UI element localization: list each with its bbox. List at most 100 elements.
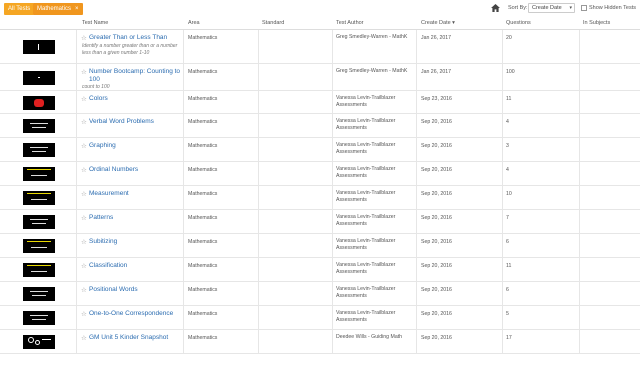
column-test-name[interactable]: Test Name	[82, 20, 108, 26]
table-row[interactable]: ☆ GM Unit 5 Kinder Snapshot Mathematics Dee…	[0, 330, 640, 354]
test-title-link[interactable]: Measurement	[89, 190, 181, 198]
favorite-star-icon[interactable]: ☆	[81, 96, 87, 103]
column-divider	[258, 30, 259, 63]
test-title-link[interactable]: GM Unit 5 Kinder Snapshot	[89, 334, 181, 342]
table-row[interactable]: ☆ Number Bootcamp: Counting to 100 count t…	[0, 64, 640, 91]
test-title-link[interactable]: Ordinal Numbers	[89, 166, 181, 174]
column-divider	[579, 162, 580, 185]
favorite-star-icon[interactable]: ☆	[81, 263, 87, 270]
test-area: Mathematics	[188, 287, 218, 293]
favorite-star-icon[interactable]: ☆	[81, 335, 87, 342]
table-row[interactable]: ☆ Measurement Mathematics Vanessa Levin-Tra…	[0, 186, 640, 210]
table-row[interactable]: ☆ Subitizing Mathematics Vanessa Levin-Trai…	[0, 234, 640, 258]
test-thumbnail[interactable]	[23, 311, 55, 325]
table-row[interactable]: ☆ Colors Mathematics Vanessa Levin-Trailbla…	[0, 91, 640, 114]
question-count: 6	[506, 239, 509, 245]
question-count: 10	[506, 191, 512, 197]
favorite-star-icon[interactable]: ☆	[81, 191, 87, 198]
column-divider	[502, 30, 503, 63]
favorite-star-icon[interactable]: ☆	[81, 311, 87, 318]
thumbnail-mark	[30, 147, 48, 148]
test-thumbnail[interactable]	[23, 95, 55, 110]
column-divider	[579, 114, 580, 137]
test-thumbnail[interactable]	[23, 335, 55, 349]
column-divider	[416, 138, 417, 161]
thumbnail-mark	[32, 223, 46, 224]
favorite-star-icon[interactable]: ☆	[81, 143, 87, 150]
column-divider	[579, 258, 580, 281]
column-divider	[258, 330, 259, 353]
test-thumbnail[interactable]	[23, 263, 55, 277]
table-row[interactable]: ☆ Classification Mathematics Vanessa Levin-…	[0, 258, 640, 282]
column-divider	[183, 186, 184, 209]
test-thumbnail[interactable]	[23, 239, 55, 253]
test-title-link[interactable]: Colors	[89, 95, 181, 103]
test-thumbnail[interactable]	[23, 143, 55, 157]
show-hidden-checkbox[interactable]	[581, 5, 587, 11]
test-area: Mathematics	[188, 239, 218, 245]
table-row[interactable]: ☆ Verbal Word Problems Mathematics Vanessa …	[0, 114, 640, 138]
favorite-star-icon[interactable]: ☆	[81, 119, 87, 126]
column-questions[interactable]: Questions	[506, 20, 531, 26]
test-title-link[interactable]: Subitizing	[89, 238, 181, 246]
test-title-link[interactable]: Number Bootcamp: Counting to 100	[89, 68, 181, 84]
column-divider	[502, 91, 503, 113]
test-author: Vanessa Levin-Trailblazer Assessments	[336, 214, 396, 227]
question-count: 100	[506, 69, 515, 75]
test-thumbnail[interactable]	[23, 167, 55, 181]
remove-filter-icon[interactable]: ×	[75, 3, 79, 15]
column-divider	[416, 234, 417, 257]
table-row[interactable]: ☆ Graphing Mathematics Vanessa Levin-Trailb…	[0, 138, 640, 162]
column-test-author[interactable]: Test Author	[336, 20, 364, 26]
column-in-subjects[interactable]: In Subjects	[583, 20, 610, 26]
test-title-link[interactable]: Graphing	[89, 142, 181, 150]
create-date: Sep 20, 2016	[421, 167, 452, 173]
question-count: 4	[506, 167, 509, 173]
thumbnail-mark	[30, 219, 48, 220]
column-divider	[332, 186, 333, 209]
test-title-link[interactable]: One-to-One Correspondence	[89, 310, 181, 318]
table-row[interactable]: ☆ Greater Than or Less Than Identify a num…	[0, 30, 640, 64]
column-create-date[interactable]: Create Date ▾	[421, 20, 455, 26]
favorite-star-icon[interactable]: ☆	[81, 69, 87, 76]
test-title-link[interactable]: Positional Words	[89, 286, 181, 294]
test-title-link[interactable]: Greater Than or Less Than	[89, 34, 181, 42]
column-divider	[76, 210, 77, 233]
column-standard[interactable]: Standard	[262, 20, 284, 26]
home-icon[interactable]	[491, 4, 500, 12]
table-row[interactable]: ☆ Positional Words Mathematics Vanessa Levi…	[0, 282, 640, 306]
create-date: Jan 26, 2017	[421, 35, 451, 41]
test-thumbnail[interactable]	[23, 191, 55, 205]
column-divider	[502, 258, 503, 281]
filter-bar: All Tests Mathematics × Sort By: Create …	[0, 0, 640, 16]
test-area: Mathematics	[188, 215, 218, 221]
column-area[interactable]: Area	[188, 20, 200, 26]
mathematics-filter-chip[interactable]: Mathematics ×	[33, 3, 83, 15]
favorite-star-icon[interactable]: ☆	[81, 287, 87, 294]
test-thumbnail[interactable]	[23, 215, 55, 229]
favorite-star-icon[interactable]: ☆	[81, 35, 87, 42]
test-title-link[interactable]: Verbal Word Problems	[89, 118, 181, 126]
test-thumbnail[interactable]	[23, 70, 55, 85]
favorite-star-icon[interactable]: ☆	[81, 167, 87, 174]
sort-by-select[interactable]: Create Date ▾	[528, 3, 575, 13]
favorite-star-icon[interactable]: ☆	[81, 239, 87, 246]
test-area: Mathematics	[188, 69, 218, 75]
test-thumbnail[interactable]	[23, 119, 55, 133]
table-row[interactable]: ☆ Ordinal Numbers Mathematics Vanessa Levin…	[0, 162, 640, 186]
question-count: 11	[506, 96, 512, 102]
column-divider	[416, 186, 417, 209]
test-title-link[interactable]: Classification	[89, 262, 181, 270]
test-title-link[interactable]: Patterns	[89, 214, 181, 222]
test-author: Vanessa Levin-Trailblazer Assessments	[336, 142, 396, 155]
mathematics-filter-label: Mathematics	[37, 6, 72, 12]
favorite-star-icon[interactable]: ☆	[81, 215, 87, 222]
table-row[interactable]: ☆ Patterns Mathematics Vanessa Levin-Trailb…	[0, 210, 640, 234]
test-thumbnail[interactable]	[23, 40, 55, 54]
column-divider	[502, 330, 503, 353]
table-row[interactable]: ☆ One-to-One Correspondence Mathematics Van…	[0, 306, 640, 330]
column-divider	[416, 210, 417, 233]
column-divider	[502, 138, 503, 161]
test-thumbnail[interactable]	[23, 287, 55, 301]
all-tests-filter[interactable]: All Tests	[4, 3, 35, 15]
